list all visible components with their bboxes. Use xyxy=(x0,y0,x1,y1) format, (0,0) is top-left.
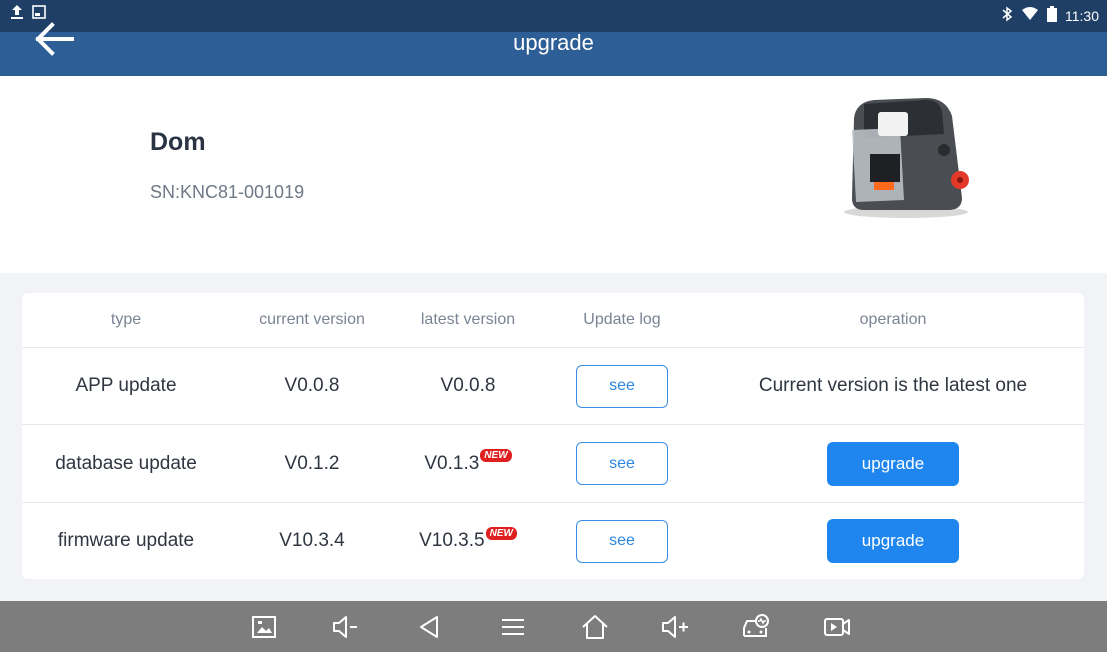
row-operation: upgrade xyxy=(702,503,1084,579)
volume-down-icon[interactable] xyxy=(330,612,360,642)
header-current-version: current version xyxy=(259,311,365,328)
device-info: Dom SN:KNC81-001019 xyxy=(0,76,1107,273)
back-triangle-icon[interactable] xyxy=(415,612,445,642)
update-table: type current version latest version Upda… xyxy=(22,293,1084,579)
clock-time: 11:30 xyxy=(1065,7,1099,24)
see-log-button[interactable]: see xyxy=(576,364,668,408)
row-update-log: see xyxy=(542,503,702,579)
row-update-log: see xyxy=(542,348,702,424)
table-row-app-update: APP update V0.0.8 V0.0.8 see Current ver… xyxy=(22,348,1084,425)
system-nav-bar xyxy=(0,601,1107,652)
latest-version-text: V10.3.5 xyxy=(419,530,485,551)
update-panel: type current version latest version Upda… xyxy=(0,273,1107,601)
row-type: database update xyxy=(55,452,197,474)
row-type: APP update xyxy=(75,375,177,396)
row-current-version: V0.1.2 xyxy=(284,452,340,474)
row-latest-version: V0.1.3 NEW xyxy=(394,425,542,502)
see-log-button[interactable]: see xyxy=(576,442,668,485)
volume-up-icon[interactable] xyxy=(660,612,690,642)
vehicle-diagnostic-icon[interactable] xyxy=(740,612,770,642)
latest-version-status: Current version is the latest one xyxy=(758,375,1028,396)
status-right-icons: 11:30 xyxy=(1001,6,1099,25)
latest-version-text: V0.0.8 xyxy=(440,375,496,396)
bluetooth-icon xyxy=(1001,6,1013,25)
page-title: upgrade xyxy=(513,30,594,55)
header-update-log: Update log xyxy=(583,311,661,328)
device-serial-number: SN:KNC81-001019 xyxy=(150,182,305,202)
battery-icon xyxy=(1047,6,1057,25)
screenshot-icon[interactable] xyxy=(249,612,279,642)
row-update-log: see xyxy=(542,425,702,502)
header-operation: operation xyxy=(859,311,927,328)
row-type: firmware update xyxy=(57,530,195,551)
row-current-version: V0.0.8 xyxy=(284,375,340,396)
home-icon[interactable] xyxy=(580,612,610,642)
table-row-database-update: database update V0.1.2 V0.1.3 NEW see upg… xyxy=(22,425,1084,503)
row-latest-version: V0.0.8 xyxy=(394,348,542,424)
app-bar: upgrade xyxy=(0,22,1107,76)
new-badge: NEW xyxy=(480,449,512,462)
upload-icon xyxy=(10,4,24,25)
see-log-button[interactable]: see xyxy=(576,519,668,563)
key-cutting-machine-image xyxy=(834,90,976,220)
row-operation: Current version is the latest one xyxy=(702,348,1084,424)
menu-icon[interactable] xyxy=(498,612,528,642)
row-current-version: V10.3.4 xyxy=(279,530,345,551)
wifi-icon xyxy=(1021,7,1039,24)
upgrade-database-button[interactable]: upgrade xyxy=(827,441,959,486)
table-row-firmware-update: firmware update V10.3.4 V10.3.5 NEW see u… xyxy=(22,503,1084,579)
header-type: type xyxy=(110,311,142,328)
screen-record-icon[interactable] xyxy=(822,612,852,642)
row-latest-version: V10.3.5 NEW xyxy=(394,503,542,579)
device-name: Dom xyxy=(150,128,206,156)
new-badge: NEW xyxy=(485,526,517,540)
status-bar: 11:30 xyxy=(0,0,1107,32)
table-header-row: type current version latest version Upda… xyxy=(22,293,1084,348)
upgrade-firmware-button[interactable]: upgrade xyxy=(827,519,959,563)
latest-version-text: V0.1.3 xyxy=(424,452,480,474)
row-operation: upgrade xyxy=(702,425,1084,502)
header-latest-version: latest version xyxy=(420,311,516,328)
